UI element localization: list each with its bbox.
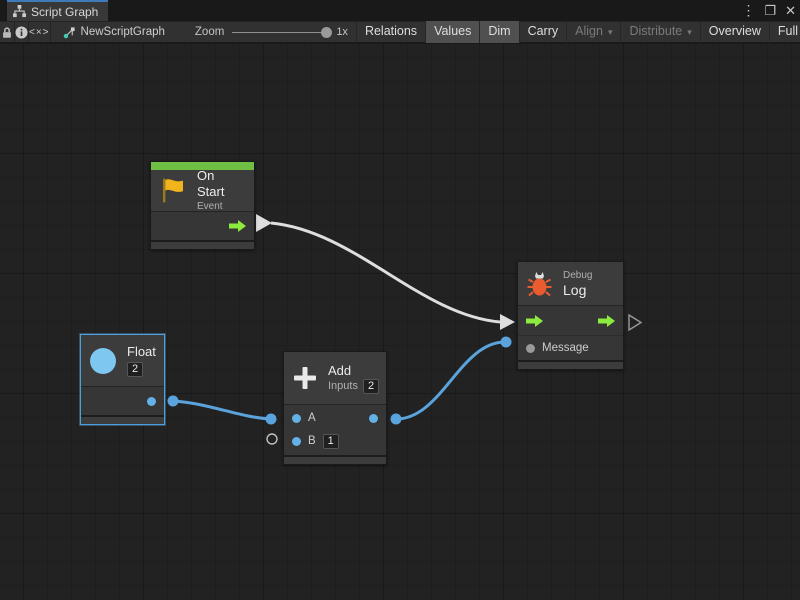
tab-bar: Script Graph ⋮ ❐ ✕ xyxy=(0,0,800,21)
node-header: Add Inputs 2 xyxy=(284,352,386,405)
close-icon[interactable]: ✕ xyxy=(785,0,796,21)
wire-flow-onstart-to-log xyxy=(271,223,500,322)
zoom-slider[interactable] xyxy=(232,32,327,33)
flow-output-port[interactable] xyxy=(598,315,615,327)
input-port-b[interactable] xyxy=(292,437,301,446)
port-row-b: B 1 xyxy=(284,431,386,451)
plus-icon xyxy=(293,366,317,390)
sum-output-port[interactable] xyxy=(369,414,378,423)
window-menu-icon[interactable]: ⋮ xyxy=(741,0,755,21)
node-title: On Start xyxy=(197,168,245,200)
toolbar-button-fullscreen[interactable]: Full S xyxy=(769,21,800,43)
port-label: Message xyxy=(542,342,589,354)
node-subtitle: Event xyxy=(197,200,245,213)
wires-layer xyxy=(0,44,800,600)
wire-endpoint-dot xyxy=(391,414,402,425)
wire-value-float-to-add xyxy=(173,401,270,419)
tab-script-graph[interactable]: Script Graph xyxy=(7,0,108,21)
port-label-b: B xyxy=(308,435,316,447)
flow-output-port[interactable] xyxy=(229,220,246,232)
toolbar-button-align: Align xyxy=(566,21,620,43)
float-value-field[interactable]: 2 xyxy=(127,362,143,377)
input-port-a[interactable] xyxy=(292,414,301,423)
port-row xyxy=(151,212,254,240)
zoom-label: Zoom xyxy=(195,26,224,38)
node-group-label: Debug xyxy=(563,269,592,282)
flow-input-port[interactable] xyxy=(526,315,543,327)
flag-icon xyxy=(160,177,186,204)
wire-start-arrow xyxy=(256,214,272,232)
bug-icon xyxy=(527,270,552,298)
node-footer xyxy=(284,455,386,464)
flow-port-row xyxy=(518,306,623,336)
float-value-icon xyxy=(90,348,116,374)
zoom-value: 1x xyxy=(336,26,348,38)
node-subtitle: Inputs xyxy=(328,380,358,393)
node-debug-log[interactable]: Debug Log Message xyxy=(517,261,624,370)
inputs-count-field[interactable]: 2 xyxy=(363,379,379,394)
script-graph-window: Script Graph ⋮ ❐ ✕ <×> xyxy=(0,0,800,600)
node-on-start[interactable]: On Start Event xyxy=(150,161,255,250)
tab-title: Script Graph xyxy=(31,5,98,19)
zoom-control: Zoom 1x xyxy=(195,26,356,38)
wire-endpoint-dot xyxy=(501,337,512,348)
node-title: Log xyxy=(563,282,592,298)
maximize-icon[interactable]: ❐ xyxy=(764,0,776,21)
zoom-slider-knob[interactable] xyxy=(321,27,332,38)
value-output-port[interactable] xyxy=(147,397,156,406)
window-controls: ⋮ ❐ ✕ xyxy=(741,0,796,21)
toolbar-button-carry[interactable]: Carry xyxy=(519,21,567,43)
edit-source-button[interactable]: <×> xyxy=(29,22,50,42)
node-float[interactable]: Float 2 xyxy=(80,334,165,425)
toolbar-button-overview[interactable]: Overview xyxy=(700,21,769,43)
lock-icon xyxy=(0,25,14,40)
info-button[interactable] xyxy=(15,22,28,42)
node-title: Float xyxy=(127,344,156,360)
toolbar-button-values[interactable]: Values xyxy=(425,21,479,43)
wire-end-arrow xyxy=(500,314,515,330)
graph-canvas[interactable]: On Start Event xyxy=(0,44,800,600)
node-title: Add xyxy=(328,363,379,379)
unconnected-flow-triangle xyxy=(629,315,641,330)
node-header: Float 2 xyxy=(81,335,164,387)
code-icon: <×> xyxy=(29,27,50,38)
node-header: Debug Log xyxy=(518,262,623,306)
info-icon xyxy=(15,26,28,39)
graph-name-group[interactable]: NewScriptGraph xyxy=(63,26,165,39)
toolbar-button-relations[interactable]: Relations xyxy=(356,21,425,43)
port-label-a: A xyxy=(308,412,316,424)
graph-toolbar: <×> NewScriptGraph Zoom 1x Relations Val… xyxy=(0,21,800,43)
node-footer xyxy=(518,360,623,369)
node-footer xyxy=(151,240,254,249)
toolbar-separator xyxy=(50,22,51,42)
graph-asset-icon xyxy=(63,26,76,39)
graph-name-label: NewScriptGraph xyxy=(81,26,165,38)
port-row xyxy=(81,387,164,415)
node-footer xyxy=(81,415,164,424)
unconnected-port-circle xyxy=(267,434,277,444)
b-value-field[interactable]: 1 xyxy=(323,434,339,449)
port-row-a: A xyxy=(284,405,386,431)
message-input-port[interactable] xyxy=(526,344,535,353)
wire-value-add-to-log xyxy=(396,342,505,419)
wire-endpoint-dot xyxy=(168,396,179,407)
toolbar-button-dim[interactable]: Dim xyxy=(479,21,518,43)
lock-button[interactable] xyxy=(0,22,14,42)
node-header: On Start Event xyxy=(151,170,254,212)
toolbar-button-distribute: Distribute xyxy=(620,21,699,43)
message-port-row: Message xyxy=(518,336,623,360)
wire-endpoint-dot xyxy=(266,414,277,425)
node-add[interactable]: Add Inputs 2 A B 1 xyxy=(283,351,387,465)
sitemap-icon xyxy=(13,5,26,18)
